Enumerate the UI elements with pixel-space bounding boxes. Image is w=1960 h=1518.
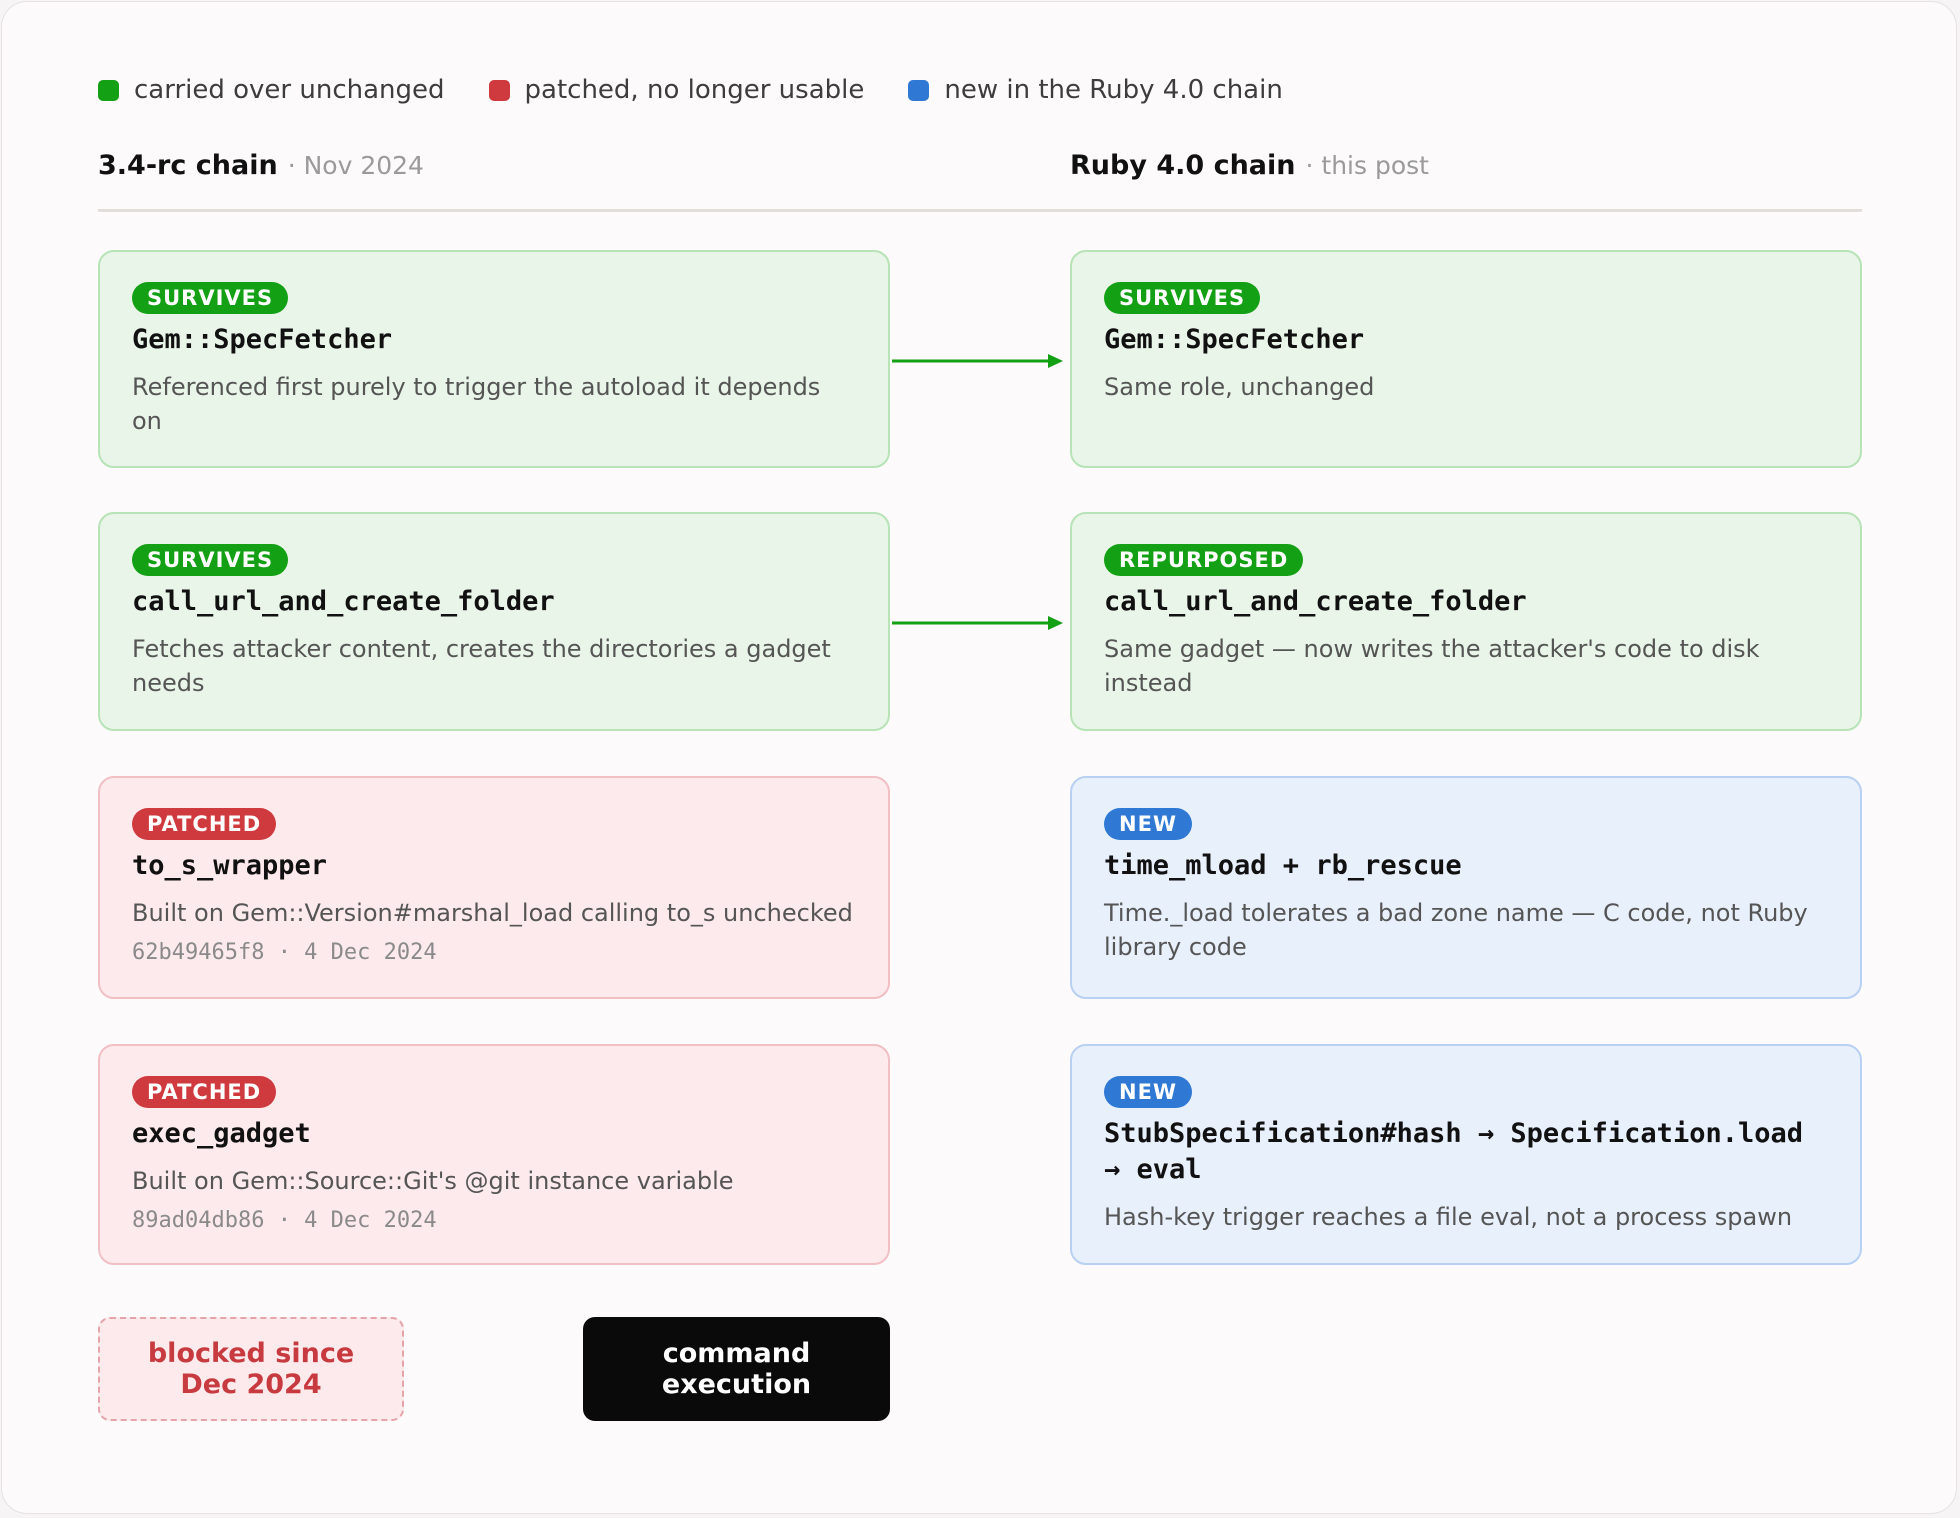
- carry-over-arrow-icon: [892, 616, 1063, 630]
- card-title: call_url_and_create_folder: [132, 586, 555, 617]
- legend-label: carried over unchanged: [134, 75, 445, 105]
- command-execution-box: command execution: [583, 1317, 890, 1421]
- legend-item-unchanged: carried over unchanged: [98, 75, 445, 105]
- blocked-badge: blocked since Dec 2024: [98, 1317, 404, 1421]
- card-left-exec-gadget: PATCHED exec_gadget Built on Gem::Source…: [98, 1044, 890, 1265]
- status-badge: NEW: [1104, 1076, 1193, 1108]
- diagram-frame: [1, 1, 1957, 1514]
- status-badge: NEW: [1104, 808, 1193, 840]
- status-badge: REPURPOSED: [1104, 544, 1304, 576]
- status-badge: PATCHED: [132, 808, 277, 840]
- status-badge: PATCHED: [132, 1076, 277, 1108]
- commit-meta: 89ad04db86 · 4 Dec 2024: [132, 1208, 437, 1233]
- legend-label: patched, no longer usable: [524, 75, 865, 105]
- card-right-call-url: REPURPOSED call_url_and_create_folder Sa…: [1070, 512, 1862, 731]
- legend: carried over unchanged patched, no longe…: [98, 72, 1327, 108]
- card-left-call-url: SURVIVES call_url_and_create_folder Fetc…: [98, 512, 890, 731]
- card-description: Hash-key trigger reaches a file eval, no…: [1104, 1203, 1793, 1231]
- header-divider: [98, 209, 1862, 212]
- right-column-title: Ruby 4.0 chain: [1070, 150, 1296, 181]
- blocked-label: blocked since Dec 2024: [147, 1338, 355, 1400]
- right-column-header: Ruby 4.0 chain · this post: [1070, 150, 1429, 190]
- card-description: Time._load tolerates a bad zone name — C…: [1104, 899, 1808, 961]
- green-swatch-icon: [98, 79, 119, 101]
- card-left-to-s-wrapper: PATCHED to_s_wrapper Built on Gem::Versi…: [98, 776, 890, 999]
- left-column-subtitle: · Nov 2024: [287, 151, 424, 180]
- card-right-time-mload: NEW time_mload + rb_rescue Time._load to…: [1070, 776, 1862, 999]
- command-execution-label: command execution: [661, 1338, 812, 1400]
- commit-meta: 62b49465f8 · 4 Dec 2024: [132, 940, 437, 965]
- card-title: call_url_and_create_folder: [1104, 586, 1527, 617]
- card-title: Gem::SpecFetcher: [1104, 324, 1365, 355]
- card-right-spec-fetcher: SURVIVES Gem::SpecFetcher Same role, unc…: [1070, 250, 1862, 468]
- blue-swatch-icon: [908, 79, 930, 101]
- card-description: Built on Gem::Version#marshal_load calli…: [132, 899, 853, 927]
- left-column-header: 3.4-rc chain · Nov 2024: [98, 150, 424, 190]
- legend-item-patched: patched, no longer usable: [488, 75, 865, 105]
- card-title: exec_gadget: [132, 1118, 311, 1149]
- card-right-stub-specification: NEW StubSpecification#hash → Specificati…: [1070, 1044, 1862, 1265]
- status-badge: SURVIVES: [132, 282, 289, 314]
- legend-item-new: new in the Ruby 4.0 chain: [908, 75, 1283, 105]
- left-column-title: 3.4-rc chain: [98, 150, 278, 181]
- card-description: Fetches attacker content, creates the di…: [132, 635, 831, 697]
- right-column-subtitle: · this post: [1305, 151, 1429, 180]
- card-description: Built on Gem::Source::Git's @git instanc…: [132, 1167, 734, 1195]
- card-description: Same gadget — now writes the attacker's …: [1104, 635, 1760, 697]
- status-badge: SURVIVES: [1104, 282, 1261, 314]
- card-description: Same role, unchanged: [1104, 373, 1375, 401]
- carry-over-arrow-icon: [892, 354, 1063, 368]
- card-title: StubSpecification#hash → Specification.l…: [1104, 1118, 1803, 1185]
- card-title: to_s_wrapper: [132, 850, 328, 881]
- red-swatch-icon: [488, 79, 510, 101]
- card-title: Gem::SpecFetcher: [132, 324, 393, 355]
- status-badge: SURVIVES: [132, 544, 289, 576]
- card-description: Referenced first purely to trigger the a…: [132, 373, 821, 435]
- legend-label: new in the Ruby 4.0 chain: [944, 75, 1283, 105]
- card-title: time_mload + rb_rescue: [1104, 850, 1462, 881]
- card-left-spec-fetcher: SURVIVES Gem::SpecFetcher Referenced fir…: [98, 250, 890, 468]
